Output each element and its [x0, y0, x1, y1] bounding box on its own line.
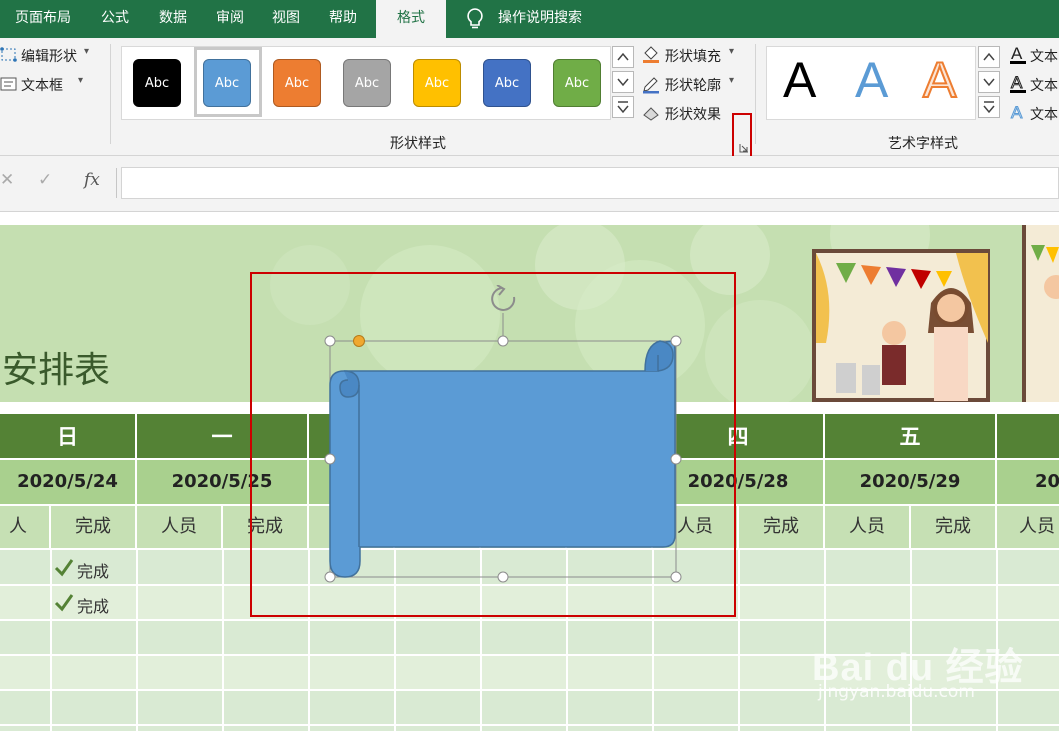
- shape-fill-button[interactable]: 形状填充: [665, 46, 721, 66]
- wordart-more-button[interactable]: [978, 96, 1000, 118]
- shape-effects-button[interactable]: 形状效果: [665, 104, 721, 124]
- insert-function-button[interactable]: fx: [84, 170, 100, 190]
- group-divider: [755, 44, 756, 144]
- shape-style-blue[interactable]: Abc: [203, 59, 251, 107]
- person-col-header[interactable]: 人员: [997, 506, 1059, 550]
- edit-shape-button[interactable]: 编辑形状: [21, 46, 77, 66]
- shape-outline-button[interactable]: 形状轮廓: [665, 75, 721, 95]
- day-header[interactable]: 日: [0, 414, 137, 460]
- done-status-cell[interactable]: 完成: [77, 593, 109, 617]
- chevron-down-icon[interactable]: ▾: [729, 46, 734, 57]
- formula-input[interactable]: [121, 167, 1059, 199]
- shape-style-green[interactable]: Abc: [553, 59, 601, 107]
- wordart-styles-group-label: 艺术字样式: [888, 136, 958, 152]
- shape-style-black[interactable]: Abc: [133, 59, 181, 107]
- done-status-cell[interactable]: 完成: [77, 558, 109, 582]
- shape-style-gold[interactable]: Abc: [413, 59, 461, 107]
- done-col-header[interactable]: 完成: [51, 506, 137, 550]
- tab-view[interactable]: 视图: [258, 0, 314, 38]
- chevron-down-icon[interactable]: ▾: [729, 75, 734, 86]
- ribbon-body: 编辑形状 ▾ 文本框 ▾ Abc Abc Abc Abc Abc Abc Abc…: [0, 38, 1059, 187]
- check-icon: [54, 557, 74, 581]
- watermark-url: jingyan.baidu.com: [818, 682, 975, 702]
- done-col-header[interactable]: 完成: [911, 506, 997, 550]
- shape-style-dark-blue[interactable]: Abc: [483, 59, 531, 107]
- illustration-panel-2: [1022, 225, 1059, 402]
- text-fill-icon: A: [1008, 43, 1028, 69]
- wordart-scroll-down-button[interactable]: [978, 71, 1000, 93]
- text-effects-button[interactable]: 文本: [1030, 104, 1058, 124]
- done-col-header[interactable]: 完成: [739, 506, 825, 550]
- day-header[interactable]: [997, 414, 1059, 460]
- shape-style-orange[interactable]: Abc: [273, 59, 321, 107]
- shape-style-gray[interactable]: Abc: [343, 59, 391, 107]
- shape-style-gallery: Abc Abc Abc Abc Abc Abc Abc: [121, 46, 611, 120]
- pencil-outline-icon: [641, 74, 661, 98]
- shape-effects-icon: [641, 103, 661, 127]
- person-col-header[interactable]: 人员: [825, 506, 911, 550]
- chevron-down-icon[interactable]: ▾: [84, 46, 89, 57]
- group-divider: [110, 44, 111, 144]
- shape-styles-group-label: 形状样式: [390, 136, 446, 152]
- chevron-down-icon[interactable]: ▾: [78, 75, 83, 86]
- paint-bucket-icon: [641, 44, 661, 68]
- svg-text:A: A: [1011, 73, 1023, 92]
- day-header[interactable]: 五: [825, 414, 997, 460]
- gallery-scroll-up-button[interactable]: [612, 46, 634, 68]
- check-icon: [54, 592, 74, 616]
- wordart-style-orange-outline[interactable]: A: [922, 51, 957, 109]
- tab-page-layout[interactable]: 页面布局: [0, 0, 86, 38]
- tab-formulas[interactable]: 公式: [86, 0, 144, 38]
- text-outline-icon: A: [1008, 72, 1028, 98]
- date-cell[interactable]: 2020/5/29: [825, 460, 997, 506]
- page-title: 安排表: [2, 350, 111, 391]
- text-fill-button[interactable]: 文本: [1030, 46, 1058, 66]
- textbox-icon: [0, 76, 18, 96]
- svg-text:A: A: [1011, 44, 1023, 63]
- text-effects-icon: A: [1008, 101, 1028, 127]
- cancel-icon[interactable]: ✕: [0, 170, 14, 190]
- formula-divider: [116, 168, 117, 198]
- tab-review[interactable]: 审阅: [202, 0, 258, 38]
- tab-help[interactable]: 帮助: [314, 0, 372, 38]
- party-illustration: [812, 249, 990, 402]
- tab-format[interactable]: 格式: [376, 0, 446, 38]
- wordart-gallery: A A A: [766, 46, 976, 120]
- text-box-button[interactable]: 文本框: [21, 75, 63, 95]
- date-cell[interactable]: 2020/5/24: [0, 460, 137, 506]
- tell-me-search[interactable]: 操作说明搜索: [498, 0, 582, 38]
- highlight-box-shape: [250, 272, 736, 617]
- wordart-style-black[interactable]: A: [783, 51, 816, 109]
- gallery-more-button[interactable]: [612, 96, 634, 118]
- wordart-scroll-up-button[interactable]: [978, 46, 1000, 68]
- text-outline-button[interactable]: 文本: [1030, 75, 1058, 95]
- edit-shape-icon: [0, 47, 18, 67]
- wordart-style-blue[interactable]: A: [855, 51, 888, 109]
- enter-icon[interactable]: ✓: [38, 170, 52, 190]
- svg-text:A: A: [1011, 103, 1023, 122]
- ribbon-tab-bar: 页面布局 公式 数据 审阅 视图 帮助 格式 操作说明搜索: [0, 0, 1059, 38]
- person-col-header[interactable]: 人员: [0, 506, 51, 550]
- person-col-header[interactable]: 人员: [137, 506, 223, 550]
- date-cell[interactable]: 20: [997, 460, 1059, 506]
- tab-data[interactable]: 数据: [144, 0, 202, 38]
- gallery-scroll-down-button[interactable]: [612, 71, 634, 93]
- lightbulb-icon: [466, 8, 484, 34]
